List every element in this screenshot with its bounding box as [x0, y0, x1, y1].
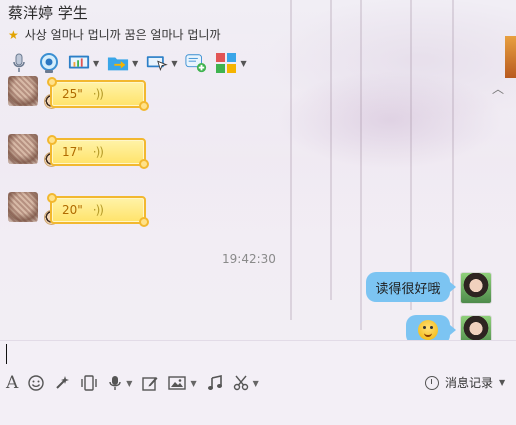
shake-icon [81, 375, 97, 391]
remote-assist-icon [146, 52, 169, 74]
contact-avatar[interactable] [8, 192, 38, 222]
send-file-icon [107, 52, 129, 74]
screen-share-button[interactable]: ▼ [68, 51, 99, 75]
magic-wand-icon [56, 376, 70, 389]
chevron-down-icon[interactable]: ▼ [126, 379, 132, 388]
voice-message[interactable]: 20" ·)) [47, 193, 149, 227]
music-button[interactable] [207, 372, 223, 394]
edit-icon [142, 377, 158, 391]
sound-wave-icon: ·)) [92, 145, 104, 159]
status-row: ★ 사상 얼마나 멉니까 꿈은 얼마나 멉니까 [8, 26, 220, 43]
webcam-icon [38, 52, 60, 74]
top-toolbar: ▼ ▼ ▼ ▼ [8, 50, 255, 76]
chevron-down-icon[interactable]: ▼ [93, 59, 99, 68]
bottom-toolbar: A ▼ ▼ ▼ [6, 372, 269, 394]
message-timestamp: 19:42:30 [222, 252, 276, 266]
music-note-icon [207, 375, 222, 390]
screen-share-icon [68, 52, 90, 74]
winking-face-icon [418, 320, 438, 340]
vibrate-button[interactable] [80, 372, 98, 394]
remote-assist-button[interactable]: ▼ [146, 51, 177, 75]
message-history-label: 消息记录 [445, 376, 494, 390]
emoji-button[interactable] [28, 372, 44, 394]
voice-call-button[interactable] [8, 51, 30, 75]
text-cursor [6, 344, 7, 364]
status-text: 사상 얼마나 멉니까 꿈은 얼마나 멉니까 [24, 28, 221, 42]
screenshot-button[interactable]: ▼ [233, 372, 259, 394]
font-button[interactable]: A [6, 372, 18, 394]
microphone-icon [109, 376, 121, 390]
sound-wave-icon: ·)) [92, 203, 104, 217]
message-add-icon [185, 52, 207, 74]
chevron-down-icon[interactable]: ▼ [132, 59, 138, 68]
image-icon [168, 376, 187, 390]
chevron-down-icon[interactable]: ▼ [253, 379, 259, 388]
voice-duration: 17" [62, 145, 83, 159]
microphone-icon [8, 52, 30, 74]
edit-image-button[interactable] [142, 372, 158, 394]
voice-message[interactable]: 17" ·)) [47, 135, 149, 169]
my-avatar[interactable] [460, 272, 492, 304]
star-icon: ★ [8, 27, 19, 42]
chevron-down-icon[interactable]: ▼ [171, 59, 177, 68]
contact-avatar[interactable] [8, 76, 38, 106]
chat-header: 蔡洋婷 学生 ★ 사상 얼마나 멉니까 꿈은 얼마나 멉니까 ▼ ▼ ▼ ▼ [0, 0, 516, 78]
contact-name: 蔡洋婷 学生 [8, 4, 88, 22]
outgoing-text-bubble[interactable]: 读得很好哦 [366, 272, 456, 302]
chevron-down-icon[interactable]: ▼ [499, 378, 505, 387]
scroll-up-icon[interactable]: ︿ [492, 80, 504, 97]
magic-wand-button[interactable] [54, 372, 70, 394]
font-icon: A [6, 373, 19, 393]
message-text: 读得很好哦 [375, 281, 441, 297]
message-add-button[interactable] [185, 51, 207, 75]
smiley-icon [28, 375, 44, 391]
apps-icon [215, 52, 237, 74]
video-call-button[interactable] [38, 51, 60, 75]
scissors-icon [233, 375, 248, 391]
voice-message-button[interactable]: ▼ [108, 372, 132, 394]
apps-button[interactable]: ▼ [215, 51, 247, 75]
clock-icon [425, 375, 439, 390]
voice-duration: 20" [62, 203, 83, 217]
chevron-down-icon[interactable]: ▼ [240, 59, 246, 68]
contact-avatar-thumbnail[interactable] [505, 36, 516, 78]
voice-duration: 25" [62, 87, 83, 101]
contact-avatar[interactable] [8, 134, 38, 164]
voice-message[interactable]: 25" ·)) [47, 77, 149, 111]
bubble-tail [450, 325, 456, 335]
send-image-button[interactable]: ▼ [168, 372, 197, 394]
send-file-button[interactable]: ▼ [107, 51, 138, 75]
bubble-tail [450, 282, 456, 292]
message-history-button[interactable]: 消息记录 ▼ [425, 374, 505, 391]
chevron-down-icon[interactable]: ▼ [190, 379, 196, 388]
sound-wave-icon: ·)) [92, 87, 104, 101]
